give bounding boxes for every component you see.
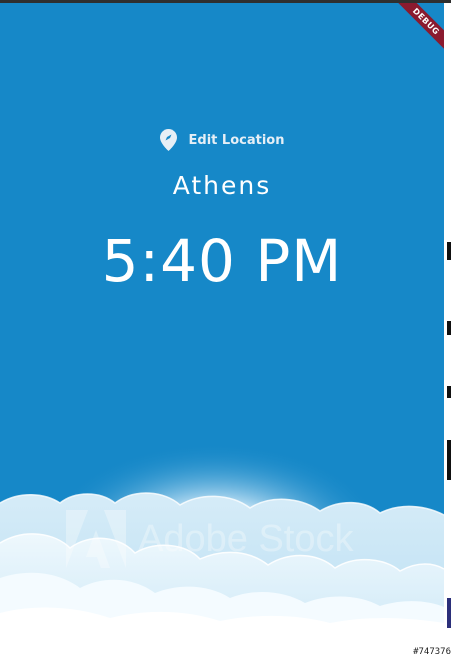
- adobe-logo-icon: [66, 510, 126, 568]
- window-bottom-edge: [0, 652, 451, 660]
- edit-location-label: Edit Location: [188, 132, 285, 148]
- edit-location-button[interactable]: Edit Location: [0, 126, 444, 154]
- world-time-screen: Edit Location Athens 5:40 PM Adobe Stock: [0, 3, 444, 652]
- edge-mark: [447, 321, 451, 335]
- edge-mark: [447, 386, 451, 398]
- location-pin-icon: [159, 129, 177, 151]
- edge-mark: [447, 242, 451, 260]
- stock-watermark: Adobe Stock: [66, 509, 396, 569]
- background-window-edge: [444, 3, 451, 660]
- edge-mark: [447, 440, 451, 480]
- current-time: 5:40 PM: [101, 227, 343, 295]
- stock-id-text: #747376: [413, 647, 451, 657]
- watermark-text: Adobe Stock: [138, 517, 354, 560]
- debug-banner: DEBUG: [392, 3, 451, 63]
- debug-banner-label: DEBUG: [392, 3, 451, 62]
- city-name: Athens: [172, 171, 272, 200]
- edge-mark: [447, 598, 451, 628]
